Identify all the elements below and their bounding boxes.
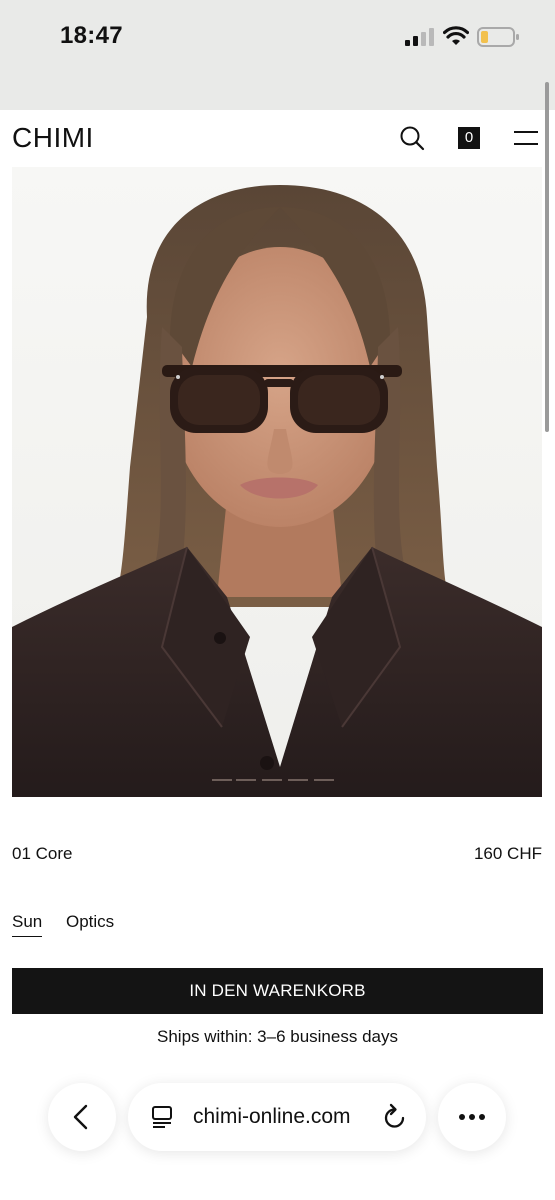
browser-back-button[interactable]	[48, 1083, 116, 1151]
page-scrollbar[interactable]	[545, 82, 549, 432]
back-chevron-icon	[73, 1104, 88, 1130]
hamburger-menu-icon[interactable]	[513, 127, 539, 149]
model-wearing-sunglasses-photo	[12, 167, 542, 797]
shipping-info: Ships within: 3–6 business days	[157, 1027, 398, 1046]
reader-mode-icon[interactable]	[150, 1105, 174, 1129]
status-time: 18:47	[60, 22, 123, 49]
product-name: 01 Core	[12, 844, 73, 863]
browser-more-button[interactable]	[438, 1083, 506, 1151]
site-header: CHIMI 0	[0, 110, 555, 166]
search-icon[interactable]	[399, 125, 425, 151]
add-to-cart-button[interactable]: IN DEN WARENKORB	[12, 968, 543, 1014]
more-dots-icon	[459, 1114, 485, 1120]
browser-url-text[interactable]: chimi-online.com	[193, 1105, 351, 1129]
variant-tab-optics[interactable]: Optics	[66, 912, 114, 932]
product-image[interactable]	[12, 167, 542, 797]
product-price: 160 CHF	[473, 844, 542, 863]
status-bar: 18:47	[0, 0, 555, 110]
battery-low-icon	[477, 27, 519, 47]
cart-count-button[interactable]: 0	[458, 127, 480, 149]
browser-url-bar[interactable]: chimi-online.com	[128, 1083, 426, 1151]
brand-logo[interactable]: CHIMI	[12, 122, 94, 154]
wifi-icon	[443, 26, 469, 45]
reload-icon[interactable]	[382, 1103, 408, 1131]
cellular-signal-icon	[405, 28, 434, 46]
variant-tab-sun[interactable]: Sun	[12, 912, 43, 937]
